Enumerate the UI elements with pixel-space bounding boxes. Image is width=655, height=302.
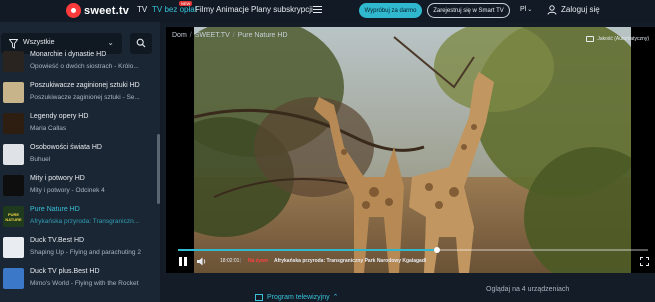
channel-list-item[interactable]: Monarchie i dynastie HD Opowieść o dwóch …	[0, 47, 155, 78]
bottom-bar: Program telewizyjny ⌃ Oglądaj na 4 urząd…	[166, 273, 655, 302]
channel-title: Pure Nature HD	[30, 206, 80, 213]
channel-current-program: Mity i potwory - Odcinek 4	[30, 187, 105, 194]
chevron-up-icon: ⌃	[332, 294, 339, 301]
smarttv-register-button[interactable]: Zarejestruj się w Smart TV	[427, 3, 510, 18]
player-controls: 18:02:01 | Na żywo Afrykańska przyroda: …	[166, 255, 655, 271]
channel-list-item[interactable]: Duck TV.Best HD Shaping Up - Flying and p…	[0, 233, 155, 264]
channel-current-program: Maria Callas	[30, 125, 67, 132]
channel-logo	[3, 82, 24, 103]
channel-list-item[interactable]: Osobowości świata HD Buhuel	[0, 140, 155, 171]
current-time: 18:02:01	[220, 258, 240, 264]
progress-bar[interactable]	[178, 247, 648, 253]
app-root: sweet.tv TV TV bez opłat NEW Filmy Anima…	[0, 0, 655, 302]
channel-title: Monarchie i dynastie HD	[30, 51, 107, 58]
chevron-down-icon: ⌄	[527, 7, 533, 13]
sidebar-scrollbar[interactable]	[157, 134, 160, 204]
language-label: Pl	[520, 6, 527, 13]
breadcrumb-home[interactable]: Dom	[172, 32, 187, 39]
channel-title: Duck TV plus.Best HD	[30, 268, 100, 275]
channel-current-program: Buhuel	[30, 156, 51, 163]
channel-list-item[interactable]: Mity i potwory HD Mity i potwory - Odcine…	[0, 171, 155, 202]
tv-program-label: Program telewizyjny	[267, 293, 330, 301]
logo-icon	[66, 3, 81, 18]
channel-logo	[3, 175, 24, 196]
channel-logo	[3, 144, 24, 165]
video-player[interactable]: Dom / SWEET.TV / Pure Nature HD Jakość (Auto…	[166, 27, 655, 273]
new-badge: NEW	[179, 1, 193, 6]
channel-logo	[3, 51, 24, 72]
chevron-down-icon: ⌄	[107, 38, 114, 47]
nav-item-tv[interactable]: TV	[137, 5, 147, 14]
top-nav: sweet.tv TV TV bez opłat NEW Filmy Anima…	[0, 0, 655, 22]
channel-list-item[interactable]: Legendy opery HD Maria Callas	[0, 109, 155, 140]
fullscreen-icon[interactable]	[640, 257, 649, 266]
channel-title: Poszukiwacze zaginionej sztuki HD	[30, 82, 140, 89]
channel-list-item[interactable]: PURE NATURE Pure Nature HD Afrykańska przy…	[0, 202, 155, 233]
channel-logo	[3, 113, 24, 134]
channel-current-program: Afrykańska przyroda: Transgraniczn...	[30, 218, 140, 225]
progress-knob[interactable]	[433, 247, 440, 253]
device-count: Oglądaj na 4 urządzeniach	[486, 286, 570, 293]
channel-title: Legendy opery HD	[30, 113, 89, 120]
channel-title: Duck TV.Best HD	[30, 237, 85, 244]
channel-current-program: Shaping Up - Flying and parachuting 2	[30, 249, 141, 256]
login-link[interactable]: Zaloguj się	[561, 5, 600, 14]
nav-item-free-tv[interactable]: TV bez opłat	[152, 5, 197, 14]
tv-guide-icon	[255, 293, 263, 301]
filter-label: Wszystkie	[23, 39, 55, 46]
tv-program-toggle[interactable]: Program telewizyjny ⌃	[255, 293, 339, 301]
user-icon[interactable]	[547, 5, 557, 15]
nav-item-animations[interactable]: Animacje	[216, 5, 249, 14]
channel-sidebar: Wszystkie ⌄ Monarchie i dynastie HD Opowi…	[0, 22, 160, 302]
program-title: Afrykańska przyroda: Transgraniczny Park…	[274, 258, 427, 264]
channel-title: Mity i potwory HD	[30, 175, 85, 182]
menu-icon[interactable]	[313, 6, 322, 13]
logo-text: sweet.tv	[84, 4, 130, 17]
channel-current-program: Poszukiwacze zaginionej sztuki - Se...	[30, 94, 140, 101]
free-trial-button[interactable]: Wypróbuj za darmo	[359, 3, 422, 18]
channel-logo: PURE NATURE	[3, 206, 24, 227]
breadcrumb-provider[interactable]: SWEET.TV	[195, 32, 230, 39]
channel-list-item[interactable]: Poszukiwacze zaginionej sztuki HD Poszuki…	[0, 78, 155, 109]
channel-title: Osobowości świata HD	[30, 144, 102, 151]
nav-item-plans[interactable]: Plany subskrypcji	[251, 5, 313, 14]
nav-item-movies[interactable]: Filmy	[195, 5, 214, 14]
channel-current-program: Opowieść o dwóch siostrach - Królo...	[30, 63, 139, 70]
progress-fill	[178, 249, 437, 251]
live-indicator[interactable]: Na żywo	[248, 258, 268, 264]
quality-icon	[586, 36, 595, 42]
channel-current-program: Mimo's World - Flying with the Rocket	[30, 280, 139, 287]
time-separator: |	[240, 258, 242, 264]
breadcrumb-channel: Pure Nature HD	[237, 32, 288, 39]
quality-selector[interactable]: Jakość (Automatyczny)	[586, 36, 649, 42]
breadcrumb: Dom / SWEET.TV / Pure Nature HD	[172, 32, 288, 39]
pause-icon[interactable]	[179, 257, 187, 266]
channel-list-item[interactable]: Duck TV plus.Best HD Mimo's World - Flyin…	[0, 264, 155, 295]
channel-logo	[3, 268, 24, 289]
channel-logo	[3, 237, 24, 258]
quality-label: Jakość (Automatyczny)	[597, 36, 649, 42]
logo[interactable]: sweet.tv	[66, 3, 130, 18]
video-frame	[194, 27, 631, 273]
language-select[interactable]: Pl⌄	[520, 6, 532, 13]
volume-icon[interactable]	[197, 257, 207, 266]
